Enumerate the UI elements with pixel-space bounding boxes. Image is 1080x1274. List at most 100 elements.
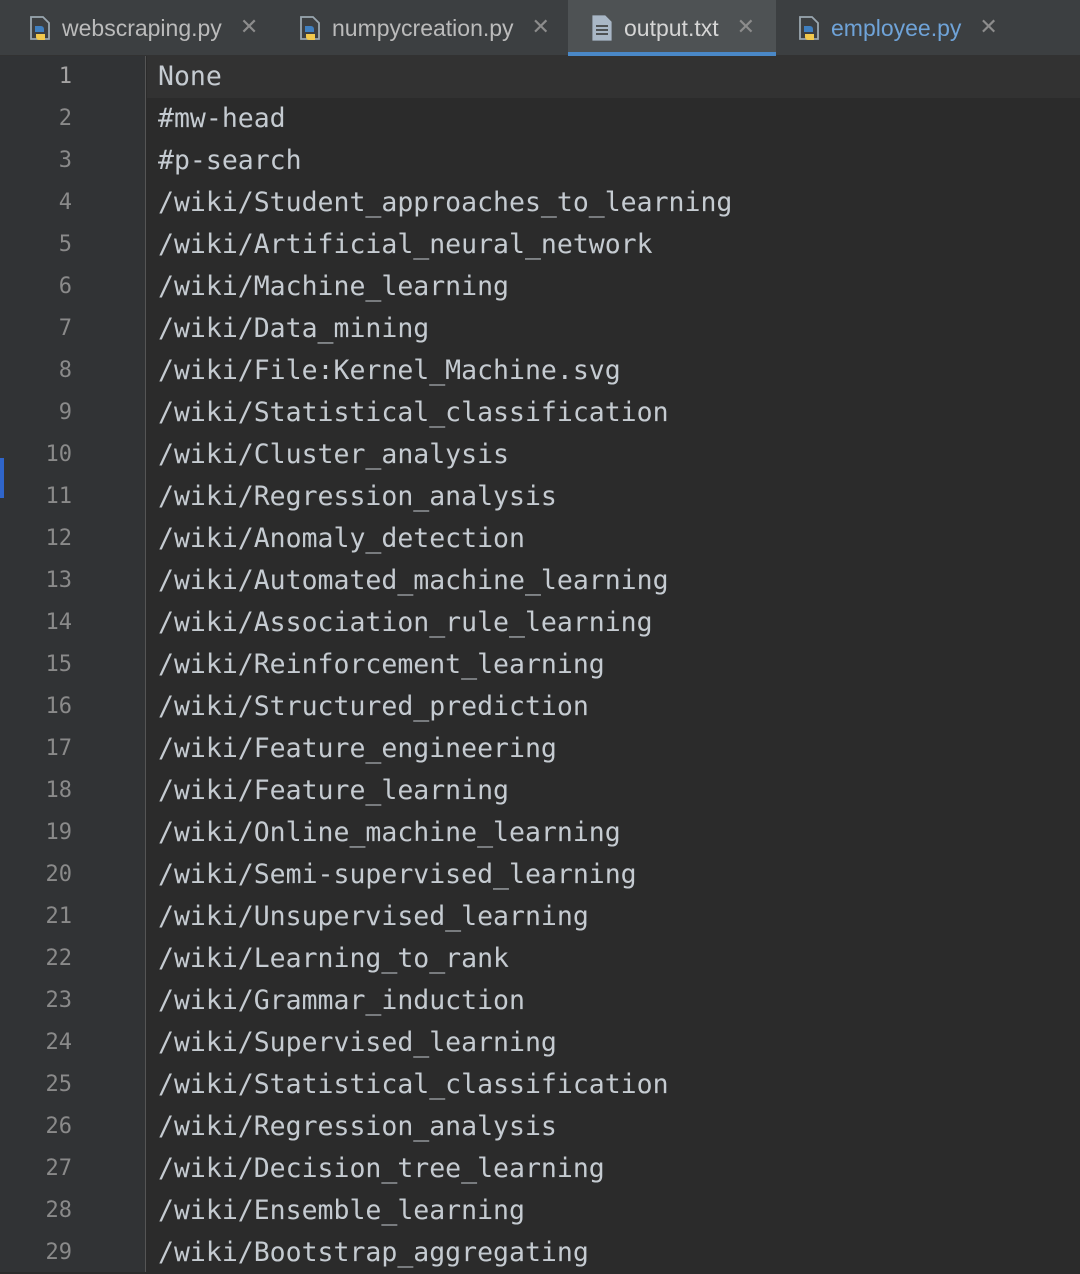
tab-label: output.txt (624, 15, 719, 41)
editor-line[interactable]: 7/wiki/Data_mining (0, 308, 1080, 350)
editor-line[interactable]: 25/wiki/Statistical_classification (0, 1064, 1080, 1106)
line-number: 26 (45, 1114, 73, 1139)
line-text[interactable]: /wiki/Semi-supervised_learning (158, 854, 637, 896)
line-text[interactable]: /wiki/Feature_engineering (158, 728, 557, 770)
editor-line[interactable]: 21/wiki/Unsupervised_learning (0, 896, 1080, 938)
tab-webscraping[interactable]: webscraping.py ✕ (26, 0, 288, 56)
line-text[interactable]: /wiki/Regression_analysis (158, 476, 557, 518)
editor-line[interactable]: 9/wiki/Statistical_classification (0, 392, 1080, 434)
line-number: 8 (58, 358, 72, 383)
line-text[interactable]: /wiki/Supervised_learning (158, 1022, 557, 1064)
line-text[interactable]: /wiki/Anomaly_detection (158, 518, 525, 560)
line-number: 4 (58, 190, 72, 215)
close-tab-icon[interactable]: ✕ (737, 0, 755, 56)
line-text[interactable]: /wiki/Automated_machine_learning (158, 560, 669, 602)
line-text[interactable]: /wiki/Cluster_analysis (158, 434, 509, 476)
line-number: 24 (45, 1030, 73, 1055)
editor-line[interactable]: 24/wiki/Supervised_learning (0, 1022, 1080, 1064)
editor-line[interactable]: 19/wiki/Online_machine_learning (0, 812, 1080, 854)
line-number: 11 (45, 484, 73, 509)
editor-tab-bar: webscraping.py ✕ numpycreation.py ✕ outp… (0, 0, 1080, 56)
text-editor[interactable]: 1 None 2 #mw-head 3 #p-search 4/wiki/Student_a… (0, 56, 1080, 1272)
line-text[interactable]: None (158, 56, 222, 98)
editor-line[interactable]: 28/wiki/Ensemble_learning (0, 1190, 1080, 1232)
line-number: 21 (45, 904, 73, 929)
close-tab-icon[interactable]: ✕ (240, 0, 258, 56)
editor-lines: 1 None 2 #mw-head 3 #p-search 4/wiki/Student_a… (0, 56, 1080, 1274)
line-number: 13 (45, 568, 73, 593)
line-number: 19 (45, 820, 73, 845)
editor-line[interactable]: 22/wiki/Learning_to_rank (0, 938, 1080, 980)
tab-label: webscraping.py (62, 15, 222, 41)
editor-line[interactable]: 12/wiki/Anomaly_detection (0, 518, 1080, 560)
editor-line[interactable]: 4/wiki/Student_approaches_to_learning (0, 182, 1080, 224)
close-tab-icon[interactable]: ✕ (979, 0, 997, 56)
editor-line[interactable]: 26/wiki/Regression_analysis (0, 1106, 1080, 1148)
editor-line[interactable]: 18/wiki/Feature_learning (0, 770, 1080, 812)
editor-line[interactable]: 20/wiki/Semi-supervised_learning (0, 854, 1080, 896)
line-text[interactable]: /wiki/Reinforcement_learning (158, 644, 605, 686)
editor-line[interactable]: 10/wiki/Cluster_analysis (0, 434, 1080, 476)
line-number: 5 (58, 232, 72, 257)
line-text[interactable]: /wiki/Decision_tree_learning (158, 1148, 605, 1190)
line-text[interactable]: /wiki/Structured_prediction (158, 686, 589, 728)
line-text[interactable]: #mw-head (158, 98, 286, 140)
line-text[interactable]: /wiki/Artificial_neural_network (158, 224, 653, 266)
line-text[interactable]: /wiki/Student_approaches_to_learning (158, 182, 732, 224)
editor-line[interactable]: 15/wiki/Reinforcement_learning (0, 644, 1080, 686)
editor-line[interactable]: 5/wiki/Artificial_neural_network (0, 224, 1080, 266)
line-number: 3 (58, 148, 72, 173)
line-number: 6 (58, 274, 72, 299)
line-text[interactable]: /wiki/Machine_learning (158, 266, 509, 308)
line-number: 17 (45, 736, 73, 761)
line-text[interactable]: /wiki/Ensemble_learning (158, 1190, 525, 1232)
line-text[interactable]: /wiki/Feature_learning (158, 770, 509, 812)
line-number: 20 (45, 862, 73, 887)
line-text[interactable]: /wiki/Online_machine_learning (158, 812, 621, 854)
editor-line[interactable]: 13/wiki/Automated_machine_learning (0, 560, 1080, 602)
close-tab-icon[interactable]: ✕ (532, 0, 550, 56)
line-number: 23 (45, 988, 73, 1013)
editor-line[interactable]: 11/wiki/Regression_analysis (0, 476, 1080, 518)
line-number: 25 (45, 1072, 73, 1097)
line-number: 2 (58, 106, 72, 131)
line-number: 16 (45, 694, 73, 719)
editor-line[interactable]: 16/wiki/Structured_prediction (0, 686, 1080, 728)
line-text[interactable]: #p-search (158, 140, 302, 182)
tab-label: numpycreation.py (332, 15, 514, 41)
editor-line[interactable]: 29/wiki/Bootstrap_aggregating (0, 1232, 1080, 1274)
line-text[interactable]: /wiki/Statistical_classification (158, 392, 669, 434)
editor-line[interactable]: 8/wiki/File:Kernel_Machine.svg (0, 350, 1080, 392)
line-text[interactable]: /wiki/Learning_to_rank (158, 938, 509, 980)
python-file-icon (300, 16, 320, 40)
line-number: 9 (58, 400, 72, 425)
line-number: 18 (45, 778, 73, 803)
line-text[interactable]: /wiki/File:Kernel_Machine.svg (158, 350, 621, 392)
tab-employee[interactable]: employee.py ✕ (795, 0, 1035, 56)
editor-line[interactable]: 23/wiki/Grammar_induction (0, 980, 1080, 1022)
editor-line[interactable]: 3 #p-search (0, 140, 1080, 182)
line-text[interactable]: /wiki/Regression_analysis (158, 1106, 557, 1148)
line-text[interactable]: /wiki/Association_rule_learning (158, 602, 653, 644)
line-number: 29 (45, 1240, 73, 1265)
line-number: 12 (45, 526, 73, 551)
line-number: 15 (45, 652, 73, 677)
line-text[interactable]: /wiki/Statistical_classification (158, 1064, 669, 1106)
editor-line[interactable]: 14/wiki/Association_rule_learning (0, 602, 1080, 644)
line-text[interactable]: /wiki/Bootstrap_aggregating (158, 1232, 589, 1274)
line-number: 28 (45, 1198, 73, 1223)
line-number: 1 (58, 64, 72, 89)
editor-line[interactable]: 6/wiki/Machine_learning (0, 266, 1080, 308)
python-file-icon (30, 16, 50, 40)
line-text[interactable]: /wiki/Data_mining (158, 308, 429, 350)
editor-line[interactable]: 27/wiki/Decision_tree_learning (0, 1148, 1080, 1190)
line-text[interactable]: /wiki/Grammar_induction (158, 980, 525, 1022)
editor-line[interactable]: 17/wiki/Feature_engineering (0, 728, 1080, 770)
tab-numpycreation[interactable]: numpycreation.py ✕ (296, 0, 562, 56)
editor-line[interactable]: 1 None (0, 56, 1080, 98)
line-text[interactable]: /wiki/Unsupervised_learning (158, 896, 589, 938)
editor-line[interactable]: 2 #mw-head (0, 98, 1080, 140)
line-number: 10 (45, 442, 73, 467)
python-file-icon (799, 16, 819, 40)
tab-output-txt[interactable]: output.txt ✕ (568, 0, 776, 56)
